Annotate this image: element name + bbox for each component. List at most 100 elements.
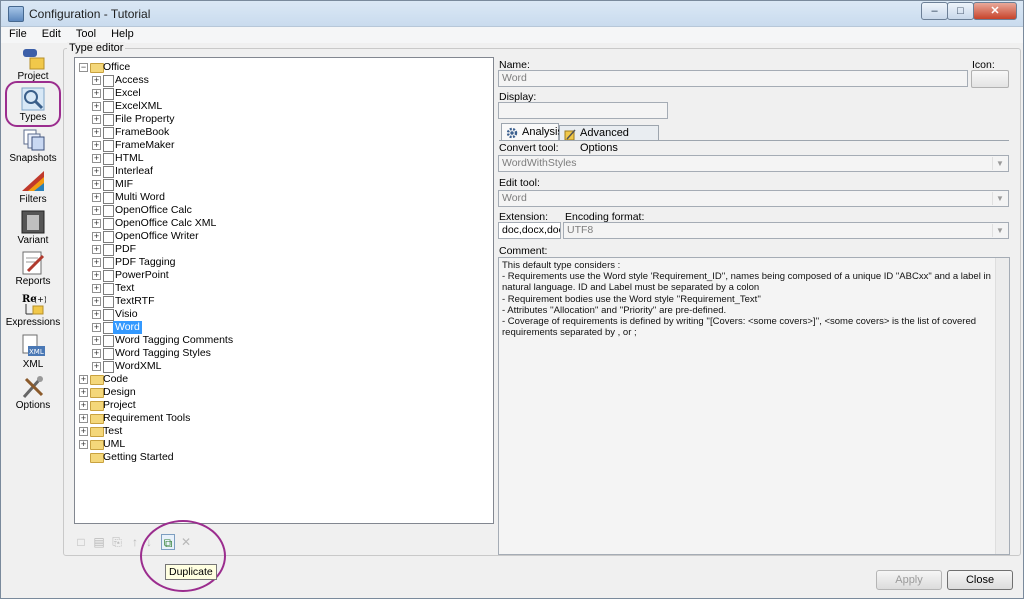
tree-folder[interactable]: + Project xyxy=(75,399,493,412)
expand-icon[interactable]: + xyxy=(79,388,88,397)
expand-icon[interactable]: + xyxy=(92,271,101,280)
copy-button[interactable]: ⎘ xyxy=(110,534,124,550)
expand-icon[interactable]: + xyxy=(92,297,101,306)
name-field[interactable]: Word xyxy=(498,70,968,87)
tree-folder[interactable]: + Design xyxy=(75,386,493,399)
tree-item[interactable]: + ExcelXML xyxy=(75,100,493,113)
tree-item[interactable]: + OpenOffice Writer xyxy=(75,230,493,243)
expand-icon[interactable]: + xyxy=(92,349,101,358)
expand-icon[interactable]: + xyxy=(92,310,101,319)
comment-textarea[interactable]: This default type considers : - Requirem… xyxy=(498,257,1010,555)
menu-file[interactable]: File xyxy=(1,27,31,40)
tree-item[interactable]: + OpenOffice Calc xyxy=(75,204,493,217)
encoding-format-select[interactable]: UTF8 ▼ xyxy=(563,222,1009,239)
new-type-button[interactable]: □ xyxy=(74,534,88,550)
tree-item[interactable]: + Multi Word xyxy=(75,191,493,204)
menu-edit[interactable]: Edit xyxy=(34,27,65,40)
sidebar-item-xml[interactable]: XML XML xyxy=(3,334,63,370)
expand-icon[interactable]: + xyxy=(92,232,101,241)
convert-tool-select[interactable]: WordWithStyles ▼ xyxy=(498,155,1009,172)
expand-icon[interactable]: + xyxy=(92,323,101,332)
sidebar-item-variant[interactable]: Variant xyxy=(3,210,63,246)
expand-icon[interactable]: + xyxy=(79,427,88,436)
expand-icon[interactable]: + xyxy=(92,284,101,293)
expand-icon[interactable]: + xyxy=(79,440,88,449)
tree-item[interactable]: + MIF xyxy=(75,178,493,191)
expand-icon[interactable]: + xyxy=(79,414,88,423)
expand-icon[interactable]: + xyxy=(92,258,101,267)
expand-icon[interactable]: + xyxy=(92,115,101,124)
extension-field[interactable]: doc,docx,docm xyxy=(498,222,561,239)
menu-bar: File Edit Tool Help xyxy=(1,27,1023,43)
expand-icon[interactable]: + xyxy=(92,336,101,345)
tree-item[interactable]: + FrameMaker xyxy=(75,139,493,152)
tree-folder-office[interactable]: − Office xyxy=(75,61,493,74)
move-up-button[interactable]: ↑ xyxy=(128,534,142,550)
close-window-button[interactable]: ✕ xyxy=(973,2,1017,20)
edit-tool-select[interactable]: Word ▼ xyxy=(498,190,1009,207)
tree-item[interactable]: + PowerPoint xyxy=(75,269,493,282)
tree-item[interactable]: + Word Tagging Styles xyxy=(75,347,493,360)
tree-item[interactable]: + WordXML xyxy=(75,360,493,373)
expand-icon[interactable]: + xyxy=(92,193,101,202)
icon-picker-button[interactable] xyxy=(971,70,1009,88)
sidebar-item-snapshots[interactable]: Snapshots xyxy=(3,128,63,164)
comment-scrollbar[interactable] xyxy=(995,258,1009,554)
expand-icon[interactable]: + xyxy=(79,401,88,410)
tree-folder[interactable]: Getting Started xyxy=(75,451,493,464)
tree-item-label: Multi Word xyxy=(115,191,165,203)
tree-item[interactable]: + HTML xyxy=(75,152,493,165)
tree-item[interactable]: + Word Tagging Comments xyxy=(75,334,493,347)
tree-folder[interactable]: + UML xyxy=(75,438,493,451)
tree-item[interactable]: + Access xyxy=(75,74,493,87)
new-folder-button[interactable]: ▤ xyxy=(92,534,106,550)
sidebar-item-project[interactable]: Project xyxy=(3,46,63,82)
tree-item-label: Test xyxy=(103,425,123,437)
tree-folder[interactable]: + Test xyxy=(75,425,493,438)
tree-item[interactable]: + Visio xyxy=(75,308,493,321)
sidebar-item-filters[interactable]: Filters xyxy=(3,169,63,205)
expand-icon[interactable]: + xyxy=(92,245,101,254)
expand-icon[interactable]: + xyxy=(79,375,88,384)
expand-icon[interactable]: + xyxy=(92,102,101,111)
expand-icon[interactable]: + xyxy=(92,141,101,150)
tree-item[interactable]: + FrameBook xyxy=(75,126,493,139)
expand-icon[interactable]: + xyxy=(92,76,101,85)
expand-icon[interactable]: + xyxy=(92,206,101,215)
minimize-button[interactable]: – xyxy=(921,2,948,20)
tree-item[interactable]: + Interleaf xyxy=(75,165,493,178)
menu-tool[interactable]: Tool xyxy=(68,27,100,40)
sidebar-item-options[interactable]: Options xyxy=(3,375,63,411)
close-button[interactable]: Close xyxy=(947,570,1013,590)
tree-item[interactable]: + File Property xyxy=(75,113,493,126)
tree-item[interactable]: + PDF xyxy=(75,243,493,256)
convert-tool-value: WordWithStyles xyxy=(502,157,577,169)
collapse-icon[interactable]: − xyxy=(79,63,88,72)
tree-item[interactable]: + Text xyxy=(75,282,493,295)
expand-icon[interactable]: + xyxy=(92,180,101,189)
tab-advanced-options[interactable]: Advanced Options xyxy=(559,125,659,154)
menu-help[interactable]: Help xyxy=(103,27,138,40)
expand-icon[interactable]: + xyxy=(92,154,101,163)
tab-analysis[interactable]: Analysis xyxy=(501,123,563,141)
xml-icon: XML xyxy=(20,334,46,358)
expand-icon[interactable]: + xyxy=(92,167,101,176)
type-tree[interactable]: − Office + Access + Excel + ExcelXML + File Prope… xyxy=(74,57,494,524)
sidebar-item-reports[interactable]: Reports xyxy=(3,251,63,287)
tree-item[interactable]: + Word xyxy=(75,321,493,334)
expand-icon[interactable]: + xyxy=(92,362,101,371)
expand-icon[interactable]: + xyxy=(92,128,101,137)
tree-folder[interactable]: + Requirement Tools xyxy=(75,412,493,425)
apply-button[interactable]: Apply xyxy=(876,570,942,590)
expand-icon[interactable]: + xyxy=(92,219,101,228)
maximize-button[interactable]: □ xyxy=(947,2,974,20)
tree-item[interactable]: + OpenOffice Calc XML xyxy=(75,217,493,230)
display-field[interactable] xyxy=(498,102,668,119)
tree-item[interactable]: + Excel xyxy=(75,87,493,100)
tree-item[interactable]: + PDF Tagging xyxy=(75,256,493,269)
title-bar[interactable]: Configuration - Tutorial – □ ✕ xyxy=(1,1,1023,27)
tree-folder[interactable]: + Code xyxy=(75,373,493,386)
sidebar-item-expressions[interactable]: Re (+) Expressions xyxy=(3,292,63,328)
expand-icon[interactable]: + xyxy=(92,89,101,98)
tree-item[interactable]: + TextRTF xyxy=(75,295,493,308)
